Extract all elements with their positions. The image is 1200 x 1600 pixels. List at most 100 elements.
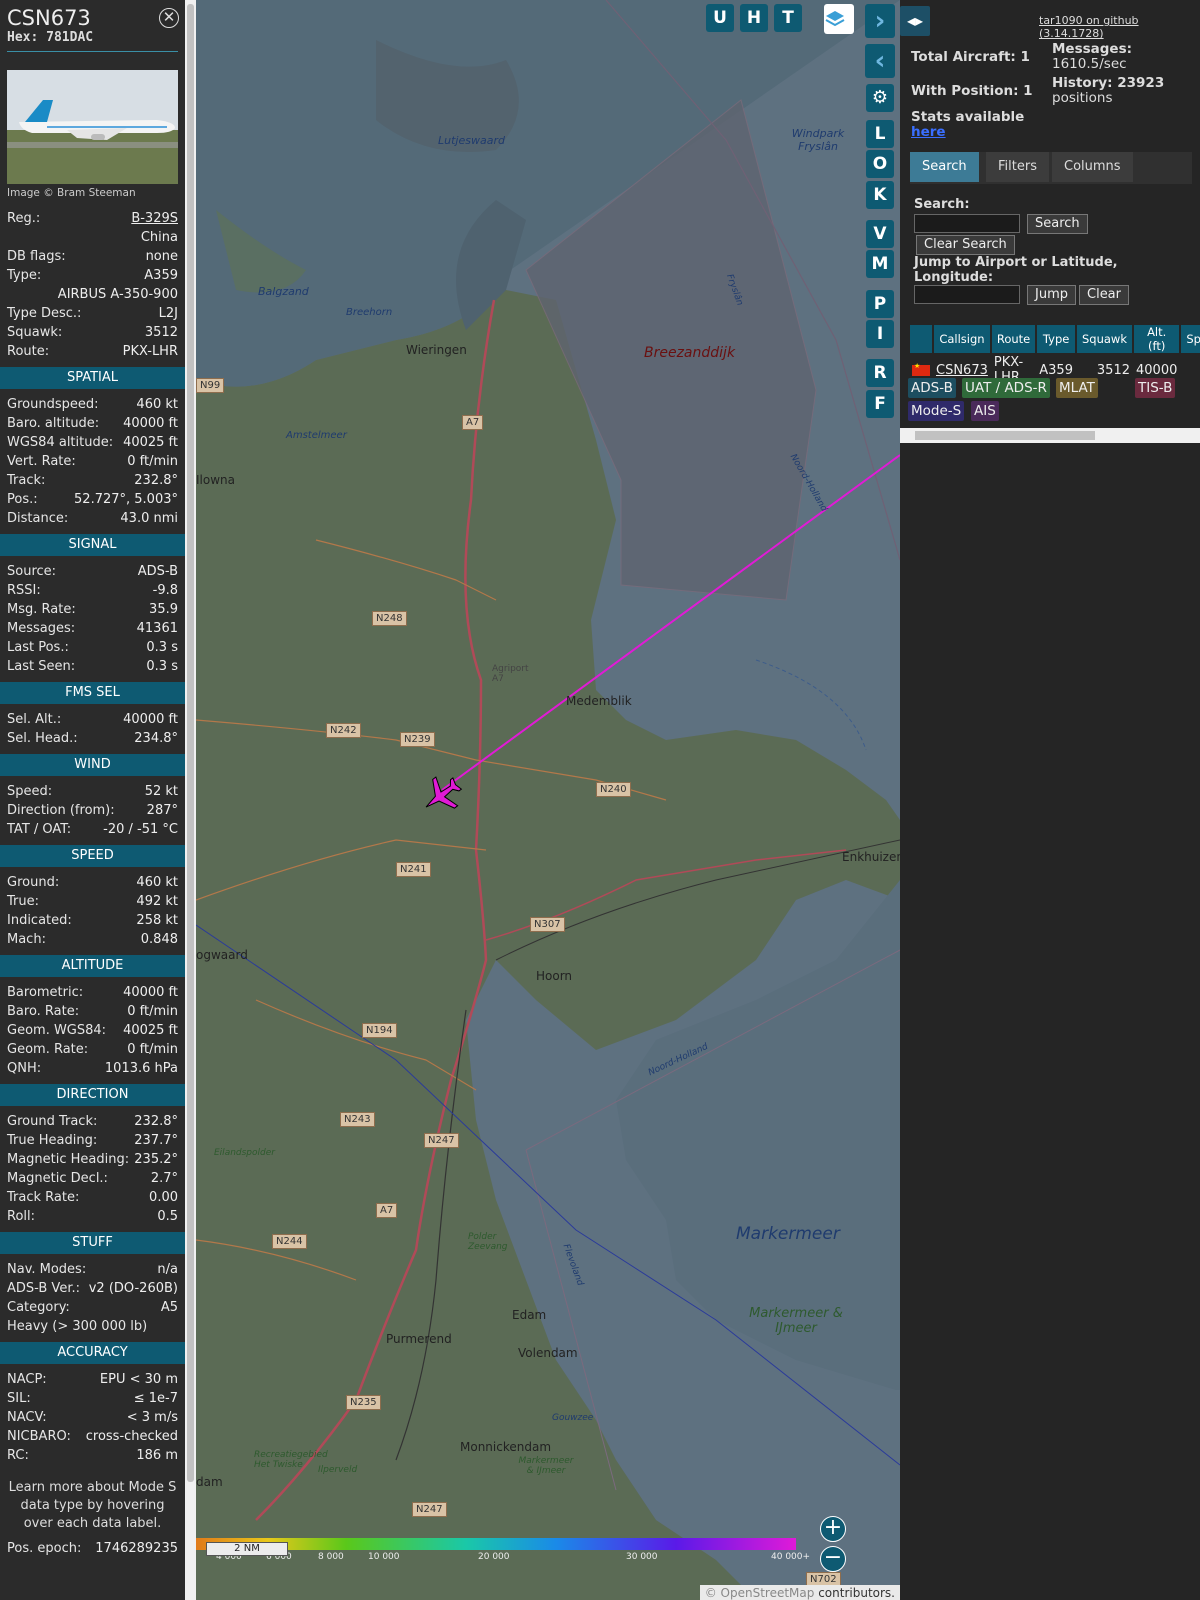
info-label[interactable]: Heavy (> 300 000 lb) bbox=[7, 1317, 147, 1336]
info-label[interactable]: Roll: bbox=[7, 1207, 35, 1226]
source-chip: ADS-B bbox=[908, 378, 956, 398]
zoom-out-button[interactable]: − bbox=[820, 1546, 846, 1572]
info-label[interactable]: Source: bbox=[7, 562, 56, 581]
info-label[interactable]: True Heading: bbox=[7, 1131, 97, 1150]
place-label: Breehorn bbox=[346, 307, 393, 318]
track-labels-button[interactable]: T bbox=[774, 4, 802, 32]
settings-gear-icon[interactable]: ⚙ bbox=[866, 84, 894, 112]
map-button-p[interactable]: P bbox=[866, 290, 894, 318]
info-label[interactable]: Barometric: bbox=[7, 983, 83, 1002]
info-label[interactable]: Distance: bbox=[7, 509, 68, 528]
scrollbar-thumb[interactable] bbox=[915, 431, 1095, 440]
stats-link[interactable]: here bbox=[911, 124, 946, 140]
info-label[interactable]: Track Rate: bbox=[7, 1188, 79, 1207]
column-header[interactable] bbox=[910, 325, 932, 353]
column-header[interactable]: Type bbox=[1037, 325, 1075, 353]
info-label[interactable]: Vert. Rate: bbox=[7, 452, 76, 471]
info-label[interactable]: Geom. WGS84: bbox=[7, 1021, 106, 1040]
map-button-f[interactable]: F bbox=[866, 390, 894, 418]
info-label[interactable]: Ground: bbox=[7, 873, 59, 892]
map-button-i[interactable]: I bbox=[866, 320, 894, 348]
column-header[interactable]: Sp bbox=[1181, 325, 1200, 353]
map-view[interactable]: Lutjeswaard Windpark Fryslân Balgzand Br… bbox=[196, 0, 900, 1600]
info-label[interactable]: Category: bbox=[7, 1298, 70, 1317]
map-button-l[interactable]: L bbox=[866, 120, 894, 148]
units-button[interactable]: U bbox=[706, 4, 734, 32]
tab-search[interactable]: Search bbox=[910, 152, 979, 182]
column-header[interactable]: Squawk bbox=[1076, 325, 1132, 353]
info-row: Source: ADS-B bbox=[0, 562, 185, 581]
search-input[interactable] bbox=[914, 214, 1020, 233]
clear-search-button[interactable]: Clear Search bbox=[916, 235, 1015, 255]
info-label[interactable]: Msg. Rate: bbox=[7, 600, 76, 619]
china-flag-icon bbox=[912, 362, 930, 376]
info-label[interactable]: Geom. Rate: bbox=[7, 1040, 88, 1059]
info-label[interactable]: Mach: bbox=[7, 930, 46, 949]
tab-filters[interactable]: Filters bbox=[986, 152, 1049, 182]
column-header[interactable]: Route bbox=[991, 325, 1036, 353]
info-label[interactable]: Sel. Alt.: bbox=[7, 710, 61, 729]
info-label[interactable]: Indicated: bbox=[7, 911, 72, 930]
column-header[interactable]: Alt. (ft) bbox=[1134, 325, 1180, 353]
info-label[interactable]: TAT / OAT: bbox=[7, 820, 71, 839]
column-header[interactable]: Callsign bbox=[934, 325, 990, 353]
info-label[interactable]: WGS84 altitude: bbox=[7, 433, 113, 452]
expand-right-icon[interactable]: › bbox=[865, 4, 895, 38]
map-button-k[interactable]: K bbox=[866, 181, 894, 209]
info-label[interactable]: Pos.: bbox=[7, 490, 38, 509]
info-label[interactable]: Track: bbox=[7, 471, 45, 490]
scrollbar-thumb[interactable] bbox=[187, 4, 194, 1482]
info-label[interactable]: Direction (from): bbox=[7, 801, 115, 820]
info-label[interactable]: RC: bbox=[7, 1446, 29, 1465]
osm-link[interactable]: OpenStreetMap bbox=[721, 1586, 815, 1600]
layers-icon[interactable] bbox=[824, 4, 854, 34]
info-value: 2.7° bbox=[150, 1171, 178, 1186]
info-row: Groundspeed: 460 kt bbox=[0, 395, 185, 414]
info-label[interactable]: Baro. Rate: bbox=[7, 1002, 79, 1021]
map-attribution: © OpenStreetMap contributors. bbox=[699, 1585, 900, 1600]
info-label[interactable]: QNH: bbox=[7, 1059, 41, 1078]
map-button-o[interactable]: O bbox=[866, 150, 894, 178]
info-label[interactable]: Magnetic Decl.: bbox=[7, 1169, 108, 1188]
info-label[interactable]: RSSI: bbox=[7, 581, 41, 600]
info-label[interactable]: Ground Track: bbox=[7, 1112, 97, 1131]
zoom-in-button[interactable]: + bbox=[820, 1516, 846, 1542]
jump-input[interactable] bbox=[914, 285, 1020, 304]
map-button-m[interactable]: M bbox=[866, 250, 894, 278]
info-label[interactable]: Nav. Modes: bbox=[7, 1260, 86, 1279]
info-label[interactable]: NICBARO: bbox=[7, 1427, 71, 1446]
registration-link[interactable]: B-329S bbox=[131, 209, 178, 228]
info-label[interactable]: Last Pos.: bbox=[7, 638, 69, 657]
info-label[interactable]: Groundspeed: bbox=[7, 395, 98, 414]
table-horizontal-scrollbar[interactable] bbox=[900, 428, 1200, 443]
info-label[interactable]: True: bbox=[7, 892, 39, 911]
map-button-r[interactable]: R bbox=[866, 359, 894, 387]
collapse-left-icon[interactable]: ‹ bbox=[865, 44, 895, 78]
info-panel-scrollbar[interactable] bbox=[185, 0, 196, 1600]
clear-button[interactable]: Clear bbox=[1079, 285, 1129, 305]
info-label[interactable]: NACV: bbox=[7, 1408, 47, 1427]
close-icon[interactable]: ✕ bbox=[159, 8, 179, 28]
info-label[interactable]: SIL: bbox=[7, 1389, 31, 1408]
info-row: Type Desc.: L2J bbox=[0, 304, 185, 323]
info-label[interactable]: Sel. Head.: bbox=[7, 729, 78, 748]
info-value: 52.727°, 5.003° bbox=[74, 492, 178, 507]
info-label[interactable]: Baro. altitude: bbox=[7, 414, 99, 433]
jump-button[interactable]: Jump bbox=[1027, 285, 1076, 305]
info-value: -9.8 bbox=[152, 583, 178, 598]
info-row: Reg.: B-329S bbox=[0, 209, 185, 228]
panel-toggle-icon[interactable]: ◂▸ bbox=[900, 6, 930, 36]
info-label[interactable]: ADS-B Ver.: bbox=[7, 1279, 80, 1298]
tab-columns[interactable]: Columns bbox=[1052, 152, 1133, 182]
search-button[interactable]: Search bbox=[1027, 214, 1088, 234]
info-label[interactable]: Messages: bbox=[7, 619, 75, 638]
info-label[interactable]: NACP: bbox=[7, 1370, 47, 1389]
map-canvas bbox=[196, 0, 900, 1600]
hide-button[interactable]: H bbox=[740, 4, 768, 32]
map-button-v[interactable]: V bbox=[866, 220, 894, 248]
info-label[interactable]: Speed: bbox=[7, 782, 52, 801]
aircraft-photo[interactable] bbox=[7, 70, 178, 184]
github-link[interactable]: tar1090 on github (3.14.1728) bbox=[1039, 14, 1200, 40]
info-label[interactable]: Magnetic Heading: bbox=[7, 1150, 129, 1169]
info-label[interactable]: Last Seen: bbox=[7, 657, 75, 676]
